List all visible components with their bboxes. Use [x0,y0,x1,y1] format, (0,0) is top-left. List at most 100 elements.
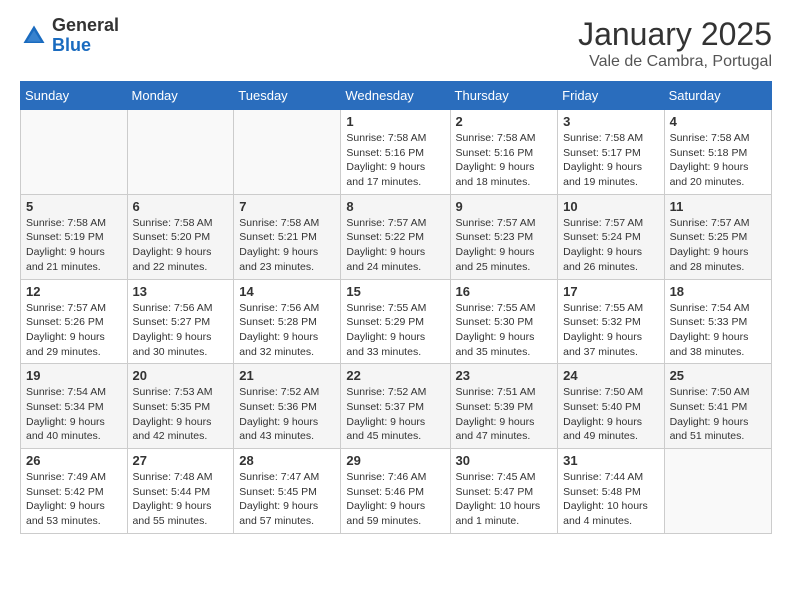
col-saturday: Saturday [664,82,771,110]
calendar-week-4: 19Sunrise: 7:54 AM Sunset: 5:34 PM Dayli… [21,364,772,449]
table-row: 17 Sunrise: 7:55 AM Sunset: 5:32 PM Dayli… [558,279,664,364]
day-info: Sunrise: 7:55 AM Sunset: 5:29 PM Dayligh… [346,301,444,360]
table-row: 8 Sunrise: 7:57 AM Sunset: 5:22 PM Daylig… [341,194,450,279]
table-row: 20 Sunrise: 7:53 AM Sunset: 5:35 PM Dayli… [127,364,234,449]
table-row: 1 Sunrise: 7:58 AM Sunset: 5:16 PM Daylig… [341,110,450,195]
table-row: 4 Sunrise: 7:58 AM Sunset: 5:18 PM Daylig… [664,110,771,195]
table-row: 30 Sunrise: 7:45 AM Sunset: 5:47 PM Dayli… [450,449,558,534]
calendar-header-row: Sunday Monday Tuesday Wednesday Thursday… [21,82,772,110]
day-number: 21 [239,368,335,383]
day-number: 20 [133,368,229,383]
col-monday: Monday [127,82,234,110]
day-info: Sunrise: 7:56 AM Sunset: 5:27 PM Dayligh… [133,301,229,360]
day-info: Sunrise: 7:55 AM Sunset: 5:30 PM Dayligh… [456,301,553,360]
day-number: 27 [133,453,229,468]
day-number: 4 [670,114,766,129]
day-info: Sunrise: 7:52 AM Sunset: 5:36 PM Dayligh… [239,385,335,444]
table-row [234,110,341,195]
day-number: 18 [670,284,766,299]
title-block: January 2025 Vale de Cambra, Portugal [578,16,772,71]
logo-icon [20,22,48,50]
day-number: 30 [456,453,553,468]
day-number: 26 [26,453,122,468]
day-info: Sunrise: 7:54 AM Sunset: 5:33 PM Dayligh… [670,301,766,360]
day-info: Sunrise: 7:57 AM Sunset: 5:26 PM Dayligh… [26,301,122,360]
day-number: 9 [456,199,553,214]
day-number: 10 [563,199,658,214]
table-row: 7Sunrise: 7:58 AM Sunset: 5:21 PM Daylig… [234,194,341,279]
table-row: 27 Sunrise: 7:48 AM Sunset: 5:44 PM Dayli… [127,449,234,534]
day-info: Sunrise: 7:58 AM Sunset: 5:17 PM Dayligh… [563,131,658,190]
day-info: Sunrise: 7:51 AM Sunset: 5:39 PM Dayligh… [456,385,553,444]
table-row: 9Sunrise: 7:57 AM Sunset: 5:23 PM Daylig… [450,194,558,279]
day-info: Sunrise: 7:48 AM Sunset: 5:44 PM Dayligh… [133,470,229,529]
day-number: 23 [456,368,553,383]
col-friday: Friday [558,82,664,110]
table-row [127,110,234,195]
day-info: Sunrise: 7:57 AM Sunset: 5:22 PM Dayligh… [346,216,444,275]
day-number: 15 [346,284,444,299]
page: General Blue January 2025 Vale de Cambra… [0,0,792,550]
col-tuesday: Tuesday [234,82,341,110]
table-row: 11Sunrise: 7:57 AM Sunset: 5:25 PM Dayli… [664,194,771,279]
day-number: 6 [133,199,229,214]
day-number: 17 [563,284,658,299]
day-number: 28 [239,453,335,468]
location-title: Vale de Cambra, Portugal [578,53,772,71]
day-number: 22 [346,368,444,383]
day-number: 2 [456,114,553,129]
table-row: 26Sunrise: 7:49 AM Sunset: 5:42 PM Dayli… [21,449,128,534]
table-row: 31 Sunrise: 7:44 AM Sunset: 5:48 PM Dayli… [558,449,664,534]
day-number: 14 [239,284,335,299]
day-info: Sunrise: 7:54 AM Sunset: 5:34 PM Dayligh… [26,385,122,444]
day-number: 12 [26,284,122,299]
month-title: January 2025 [578,16,772,53]
day-info: Sunrise: 7:57 AM Sunset: 5:24 PM Dayligh… [563,216,658,275]
table-row: 15 Sunrise: 7:55 AM Sunset: 5:29 PM Dayli… [341,279,450,364]
day-info: Sunrise: 7:58 AM Sunset: 5:18 PM Dayligh… [670,131,766,190]
table-row: 2Sunrise: 7:58 AM Sunset: 5:16 PM Daylig… [450,110,558,195]
table-row: 18 Sunrise: 7:54 AM Sunset: 5:33 PM Dayli… [664,279,771,364]
calendar-week-5: 26Sunrise: 7:49 AM Sunset: 5:42 PM Dayli… [21,449,772,534]
day-info: Sunrise: 7:53 AM Sunset: 5:35 PM Dayligh… [133,385,229,444]
table-row: 13 Sunrise: 7:56 AM Sunset: 5:27 PM Dayli… [127,279,234,364]
day-number: 8 [346,199,444,214]
day-number: 3 [563,114,658,129]
day-number: 5 [26,199,122,214]
day-number: 11 [670,199,766,214]
day-info: Sunrise: 7:44 AM Sunset: 5:48 PM Dayligh… [563,470,658,529]
day-info: Sunrise: 7:58 AM Sunset: 5:16 PM Dayligh… [346,131,444,190]
table-row: 6Sunrise: 7:58 AM Sunset: 5:20 PM Daylig… [127,194,234,279]
logo-general: General [52,16,119,36]
day-info: Sunrise: 7:58 AM Sunset: 5:19 PM Dayligh… [26,216,122,275]
day-info: Sunrise: 7:58 AM Sunset: 5:21 PM Dayligh… [239,216,335,275]
col-wednesday: Wednesday [341,82,450,110]
day-number: 1 [346,114,444,129]
logo-blue: Blue [52,36,119,56]
day-info: Sunrise: 7:46 AM Sunset: 5:46 PM Dayligh… [346,470,444,529]
day-info: Sunrise: 7:55 AM Sunset: 5:32 PM Dayligh… [563,301,658,360]
table-row: 28Sunrise: 7:47 AM Sunset: 5:45 PM Dayli… [234,449,341,534]
table-row: 21 Sunrise: 7:52 AM Sunset: 5:36 PM Dayli… [234,364,341,449]
day-number: 25 [670,368,766,383]
calendar-week-2: 5 Sunrise: 7:58 AM Sunset: 5:19 PM Daylig… [21,194,772,279]
calendar: Sunday Monday Tuesday Wednesday Thursday… [20,81,772,534]
col-sunday: Sunday [21,82,128,110]
table-row [664,449,771,534]
day-number: 29 [346,453,444,468]
day-number: 13 [133,284,229,299]
day-info: Sunrise: 7:45 AM Sunset: 5:47 PM Dayligh… [456,470,553,529]
table-row: 23 Sunrise: 7:51 AM Sunset: 5:39 PM Dayli… [450,364,558,449]
day-number: 24 [563,368,658,383]
table-row [21,110,128,195]
table-row: 16Sunrise: 7:55 AM Sunset: 5:30 PM Dayli… [450,279,558,364]
table-row: 12 Sunrise: 7:57 AM Sunset: 5:26 PM Dayli… [21,279,128,364]
table-row: 3 Sunrise: 7:58 AM Sunset: 5:17 PM Daylig… [558,110,664,195]
day-number: 31 [563,453,658,468]
day-info: Sunrise: 7:50 AM Sunset: 5:41 PM Dayligh… [670,385,766,444]
logo: General Blue [20,16,119,56]
day-info: Sunrise: 7:50 AM Sunset: 5:40 PM Dayligh… [563,385,658,444]
day-info: Sunrise: 7:56 AM Sunset: 5:28 PM Dayligh… [239,301,335,360]
table-row: 5 Sunrise: 7:58 AM Sunset: 5:19 PM Daylig… [21,194,128,279]
table-row: 10 Sunrise: 7:57 AM Sunset: 5:24 PM Dayli… [558,194,664,279]
